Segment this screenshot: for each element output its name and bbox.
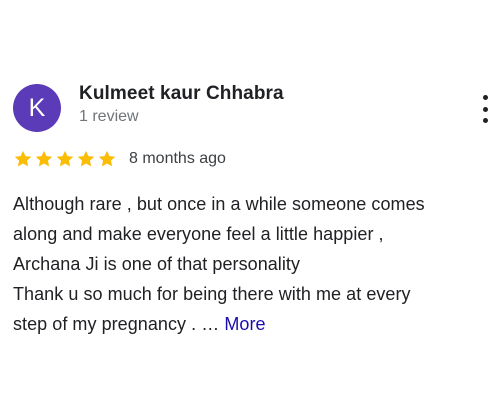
review-timestamp: 8 months ago [129, 150, 226, 167]
star-icon [35, 150, 53, 167]
star-rating [13, 149, 117, 169]
more-vert-icon[interactable] [475, 95, 495, 123]
more-link[interactable]: More [224, 314, 265, 334]
review-line: Thank u so much for being there with me … [13, 284, 411, 304]
star-icon [98, 150, 116, 167]
star-icon [77, 150, 95, 167]
review-count[interactable]: 1 review [79, 108, 139, 126]
review-line: along and make everyone feel a little ha… [13, 224, 384, 244]
avatar[interactable]: K [13, 84, 61, 132]
review-line: Although rare , but once in a while some… [13, 194, 425, 214]
review-line-last: step of my pregnancy . … More [13, 309, 500, 339]
reviewer-name[interactable]: Kulmeet kaur Chhabra [79, 83, 284, 105]
rating-row: 8 months ago [13, 147, 226, 171]
review-line: Archana Ji is one of that personality [13, 254, 301, 274]
review-card: K Kulmeet kaur Chhabra 1 review 8 months… [0, 0, 500, 400]
review-text: Although rare , but once in a while some… [13, 189, 500, 339]
star-icon [14, 150, 32, 167]
star-icon [56, 150, 74, 167]
review-line-end: step of my pregnancy . … [13, 314, 220, 334]
avatar-initial: K [28, 93, 46, 122]
